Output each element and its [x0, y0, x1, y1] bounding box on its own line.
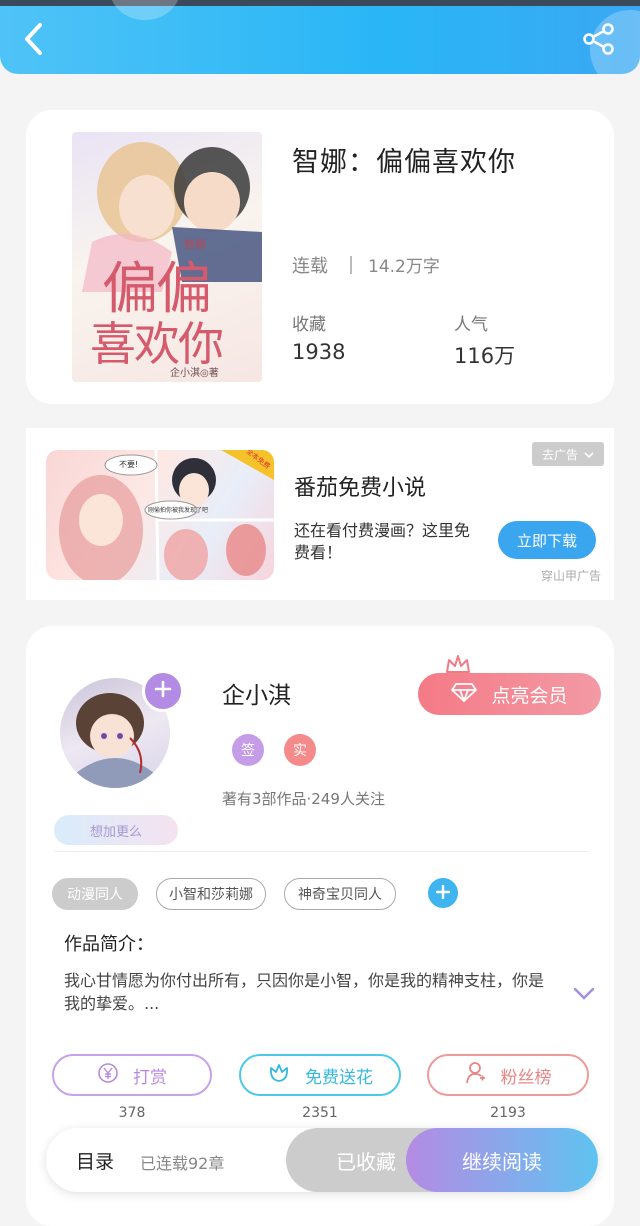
ad-download-label: 立即下载: [516, 531, 577, 550]
flower-count: 2351: [302, 1105, 338, 1121]
ad-title[interactable]: 番茄免费小说: [294, 470, 426, 502]
flower-icon: [267, 1062, 291, 1089]
continue-reading-button[interactable]: 继续阅读: [406, 1128, 598, 1192]
author-name[interactable]: 企小淇: [222, 676, 291, 710]
tag-pokemon-fanfic[interactable]: 神奇宝贝同人: [284, 878, 396, 910]
meta-divider: [350, 256, 352, 274]
ad-bubble-2: 刚偷拍你被我发现了吧: [148, 507, 209, 514]
toc-label: 目录: [76, 1150, 115, 1173]
follow-author-button[interactable]: [142, 670, 184, 712]
fan-ranking-label: 粉丝榜: [500, 1067, 552, 1088]
ad-source: 穿山甲广告: [541, 569, 602, 583]
favorites-value: 1938: [292, 340, 346, 364]
ad-description: 还在看付费漫画？这里免费看！: [294, 521, 471, 562]
want-more-label: 想加更么: [89, 824, 142, 840]
tag-anime-fanfic[interactable]: 动漫同人: [52, 878, 138, 910]
book-status: 连载: [292, 256, 328, 277]
bottom-action-bar: 目录 已连载92章 已收藏 继续阅读: [46, 1128, 598, 1192]
expand-chevron-icon[interactable]: [572, 986, 596, 1006]
cover-author: 企小淇◎著: [170, 368, 219, 379]
plus-icon: [154, 680, 172, 702]
reward-button[interactable]: 打赏: [52, 1054, 212, 1096]
add-tag-button[interactable]: [428, 878, 458, 908]
intro-text[interactable]: 我心甘情愿为你付出所有，只因你是小智，你是我的精神支柱，你是我的挚爱。...: [64, 969, 544, 1015]
collected-label: 已收藏: [336, 1149, 396, 1174]
popularity-label: 人气: [454, 315, 488, 335]
send-flower-button[interactable]: 免费送花: [239, 1054, 401, 1096]
remove-ad-label: 去广告: [541, 447, 578, 462]
status-strip: [0, 0, 640, 6]
book-title: 智娜：偏偏喜欢你: [292, 147, 516, 178]
tag-couple[interactable]: 小智和莎莉娜: [156, 878, 266, 910]
chapter-count: 已连载92章: [140, 1154, 225, 1173]
send-flower-label: 免费送花: [305, 1067, 373, 1088]
popularity-value: 116万: [454, 344, 516, 368]
diamond-icon: [451, 682, 478, 707]
remove-ad-button[interactable]: 去广告: [532, 442, 604, 466]
want-more-bubble[interactable]: 想加更么: [54, 815, 178, 845]
tag-label: 小智和莎莉娜: [169, 887, 253, 903]
vip-button[interactable]: 点亮会员: [418, 673, 601, 715]
toc-button[interactable]: 目录: [76, 1128, 114, 1192]
vip-button-label: 点亮会员: [491, 684, 568, 707]
favorites-label: 收藏: [292, 315, 326, 335]
continue-reading-label: 继续阅读: [462, 1149, 542, 1174]
signed-badge: 签: [232, 734, 264, 766]
yen-icon: [97, 1062, 119, 1089]
book-cover[interactable]: 智娜 偏偏 喜欢你 企小淇◎著: [72, 132, 262, 382]
reward-label: 打赏: [133, 1067, 167, 1088]
intro-label: 作品简介：: [64, 934, 154, 955]
plus-icon: [435, 884, 451, 903]
chevron-down-icon: [584, 447, 594, 461]
ad-download-button[interactable]: 立即下载: [498, 521, 596, 559]
author-stats: 著有3部作品·249人关注: [222, 790, 385, 808]
book-word-count: 14.2万字: [368, 257, 440, 277]
tag-label: 动漫同人: [67, 887, 123, 903]
tag-label: 神奇宝贝同人: [298, 887, 382, 903]
reward-count: 378: [118, 1105, 146, 1121]
fan-ranking-button[interactable]: 粉丝榜: [427, 1054, 589, 1096]
ad-bubble-1: 不要!: [119, 460, 139, 469]
top-nav-bar: [0, 0, 640, 74]
verified-badge: 实: [284, 734, 316, 766]
chevron-left-icon[interactable]: [18, 20, 52, 58]
divider: [54, 851, 590, 852]
signed-badge-label: 签: [241, 743, 255, 759]
fan-count: 2193: [490, 1105, 526, 1121]
verified-badge-label: 实: [293, 743, 307, 759]
share-icon[interactable]: [582, 22, 616, 56]
ad-image[interactable]: 不要! 刚偷拍你被我发现了吧 全本免费: [46, 450, 274, 580]
user-icon: [465, 1061, 487, 1090]
